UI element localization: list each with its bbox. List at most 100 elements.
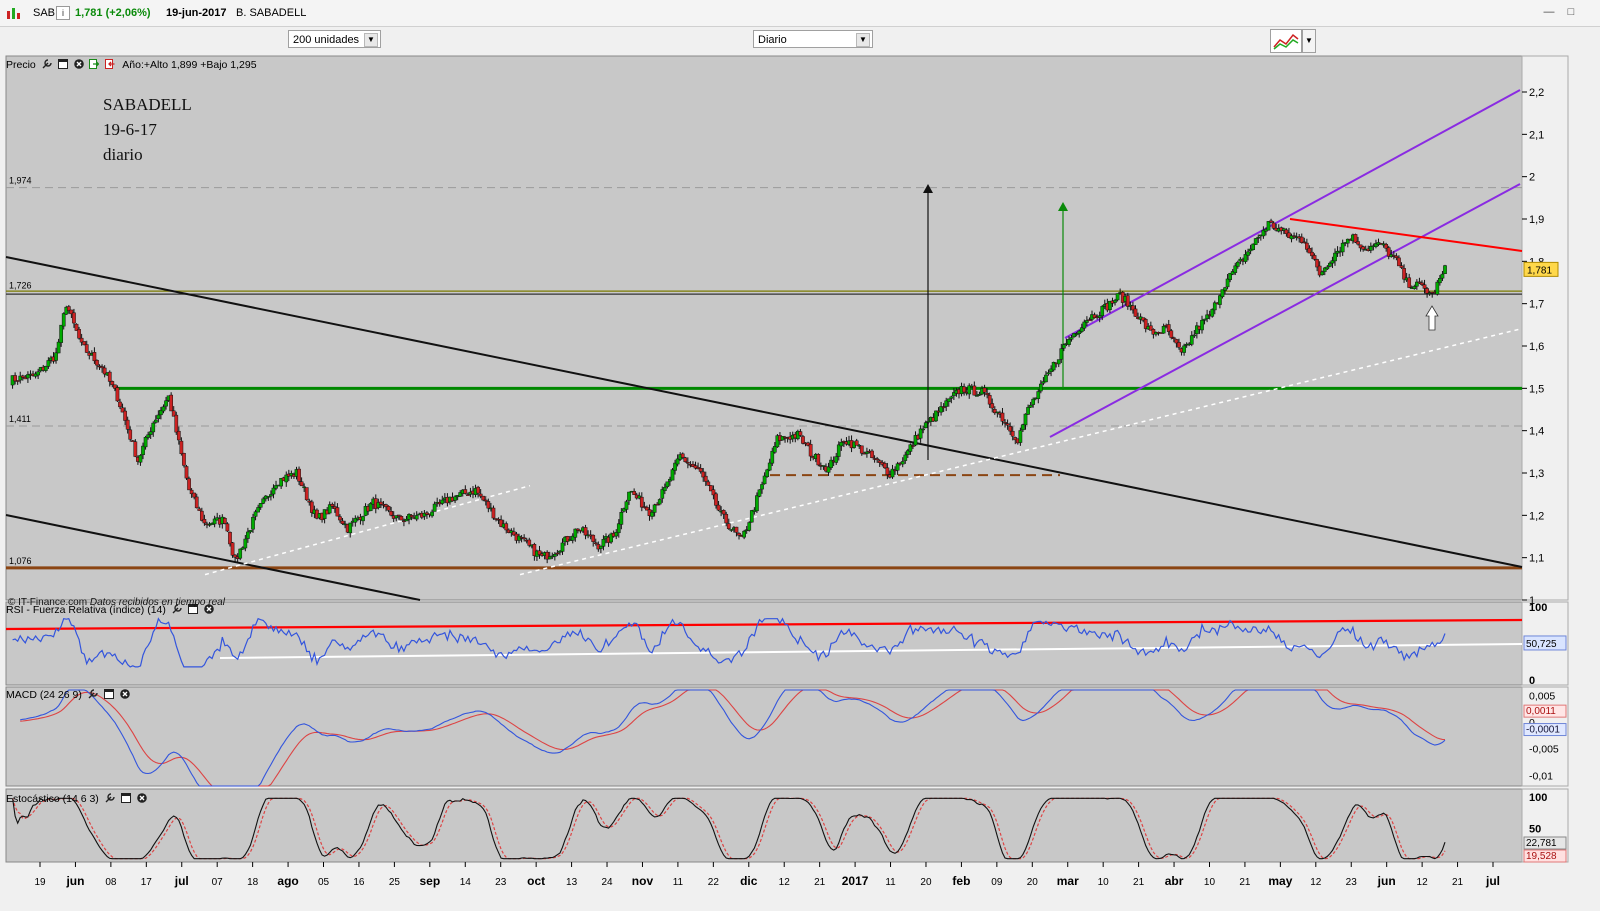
rsi-y-tick-label: 100 — [1529, 602, 1547, 614]
x-tick-label: feb — [952, 874, 970, 888]
candle-body — [1038, 383, 1043, 392]
import-icon[interactable] — [105, 59, 115, 69]
candle-body — [1325, 266, 1330, 270]
candle-body — [1225, 278, 1230, 288]
x-tick-label: 2017 — [842, 874, 869, 888]
candle-body — [1172, 337, 1176, 339]
candle-body — [386, 506, 391, 511]
candle-body — [1192, 334, 1197, 337]
candle-body — [632, 491, 636, 495]
candle-body — [1056, 359, 1061, 365]
x-tick-label: may — [1268, 874, 1292, 888]
price-y-tick-label: 1,6 — [1529, 341, 1544, 353]
candle-body — [762, 475, 767, 485]
maximize-icon[interactable] — [103, 689, 114, 699]
candle-body — [1100, 306, 1105, 317]
close-icon[interactable] — [73, 59, 84, 69]
candle-body — [1420, 282, 1424, 285]
close-icon[interactable] — [136, 793, 147, 803]
candle-body — [555, 552, 560, 555]
candle-body — [486, 501, 491, 509]
rsi-panel-bg — [5, 601, 1523, 686]
candle-body — [61, 313, 66, 327]
x-tick-label: 23 — [1346, 877, 1358, 888]
candle-body — [1246, 251, 1250, 256]
candle-body — [192, 492, 197, 498]
candle-body — [665, 481, 670, 488]
candle-body — [164, 400, 168, 407]
candle-body — [110, 381, 115, 386]
candle-body — [182, 452, 186, 466]
candle-body — [1251, 243, 1256, 250]
candle-body — [1271, 222, 1276, 229]
candle-body — [338, 516, 342, 521]
candle-body — [1328, 262, 1332, 267]
candle-body — [46, 360, 51, 367]
candle-body — [1044, 374, 1048, 383]
candle-body — [228, 531, 232, 545]
credit-source: © IT-Finance.com — [8, 597, 88, 608]
candle-body — [174, 414, 179, 433]
x-tick-label: sep — [419, 874, 440, 888]
candle-body — [1412, 286, 1417, 290]
candle-body — [987, 395, 992, 405]
x-tick-label: nov — [632, 874, 654, 888]
candle-body — [1233, 265, 1238, 273]
candle-body — [1443, 265, 1447, 274]
candle-body — [703, 475, 708, 482]
candle-body — [1008, 426, 1013, 432]
wrench-icon[interactable] — [88, 689, 98, 699]
candle-body — [340, 520, 345, 524]
x-tick-label: 12 — [779, 877, 791, 888]
candle-body — [225, 523, 230, 532]
candle-body — [522, 537, 526, 540]
candle-body — [808, 444, 813, 457]
candle-body — [466, 494, 470, 496]
candle-body — [903, 454, 908, 461]
candle-body — [269, 494, 273, 497]
candle-body — [662, 487, 667, 491]
x-tick-label: 14 — [460, 877, 472, 888]
rsi-y-tick-label: 0 — [1529, 675, 1535, 687]
candle-body — [686, 462, 690, 464]
credit-note: Datos recibidos en tiempo real — [89, 597, 225, 608]
wrench-icon[interactable] — [42, 59, 52, 69]
candle-body — [56, 341, 61, 354]
candle-body — [839, 441, 844, 447]
candle-body — [770, 450, 775, 464]
candle-body — [130, 440, 135, 442]
candle-body — [921, 428, 926, 431]
candle-body — [476, 486, 480, 494]
candle-body — [767, 462, 772, 471]
rsi-value-badge-label: 50,725 — [1526, 639, 1557, 650]
candle-body — [1269, 220, 1273, 223]
candle-body — [504, 523, 509, 531]
candle-body — [256, 507, 260, 513]
wrench-icon[interactable] — [105, 793, 115, 803]
maximize-icon[interactable] — [57, 59, 68, 69]
export-icon[interactable] — [89, 59, 100, 69]
annotation-line-2: 19-6-17 — [103, 120, 157, 139]
candle-body — [330, 504, 335, 507]
candle-body — [1087, 319, 1092, 321]
candle-body — [100, 366, 104, 369]
candle-body — [724, 513, 729, 524]
candle-body — [772, 446, 777, 453]
maximize-icon[interactable] — [120, 793, 131, 803]
candle-body — [639, 496, 644, 508]
annotation-line-1: SABADELL — [103, 95, 192, 114]
close-icon[interactable] — [119, 689, 130, 699]
annotation-line-3: diario — [103, 145, 143, 164]
candle-body — [197, 508, 202, 511]
candle-body — [1082, 321, 1087, 329]
x-tick-label: jul — [174, 874, 189, 888]
macd-y-tick-label: -0,005 — [1529, 744, 1559, 756]
candle-body — [348, 522, 353, 534]
candle-body — [261, 498, 266, 504]
macd-signal-badge-label: 0,0011 — [1526, 706, 1556, 717]
price-y-tick-label: 2,2 — [1529, 87, 1544, 99]
x-tick-label: 19 — [34, 877, 46, 888]
price-y-tick-label: 1,2 — [1529, 510, 1544, 522]
candle-body — [440, 499, 445, 504]
candle-body — [1069, 337, 1074, 340]
